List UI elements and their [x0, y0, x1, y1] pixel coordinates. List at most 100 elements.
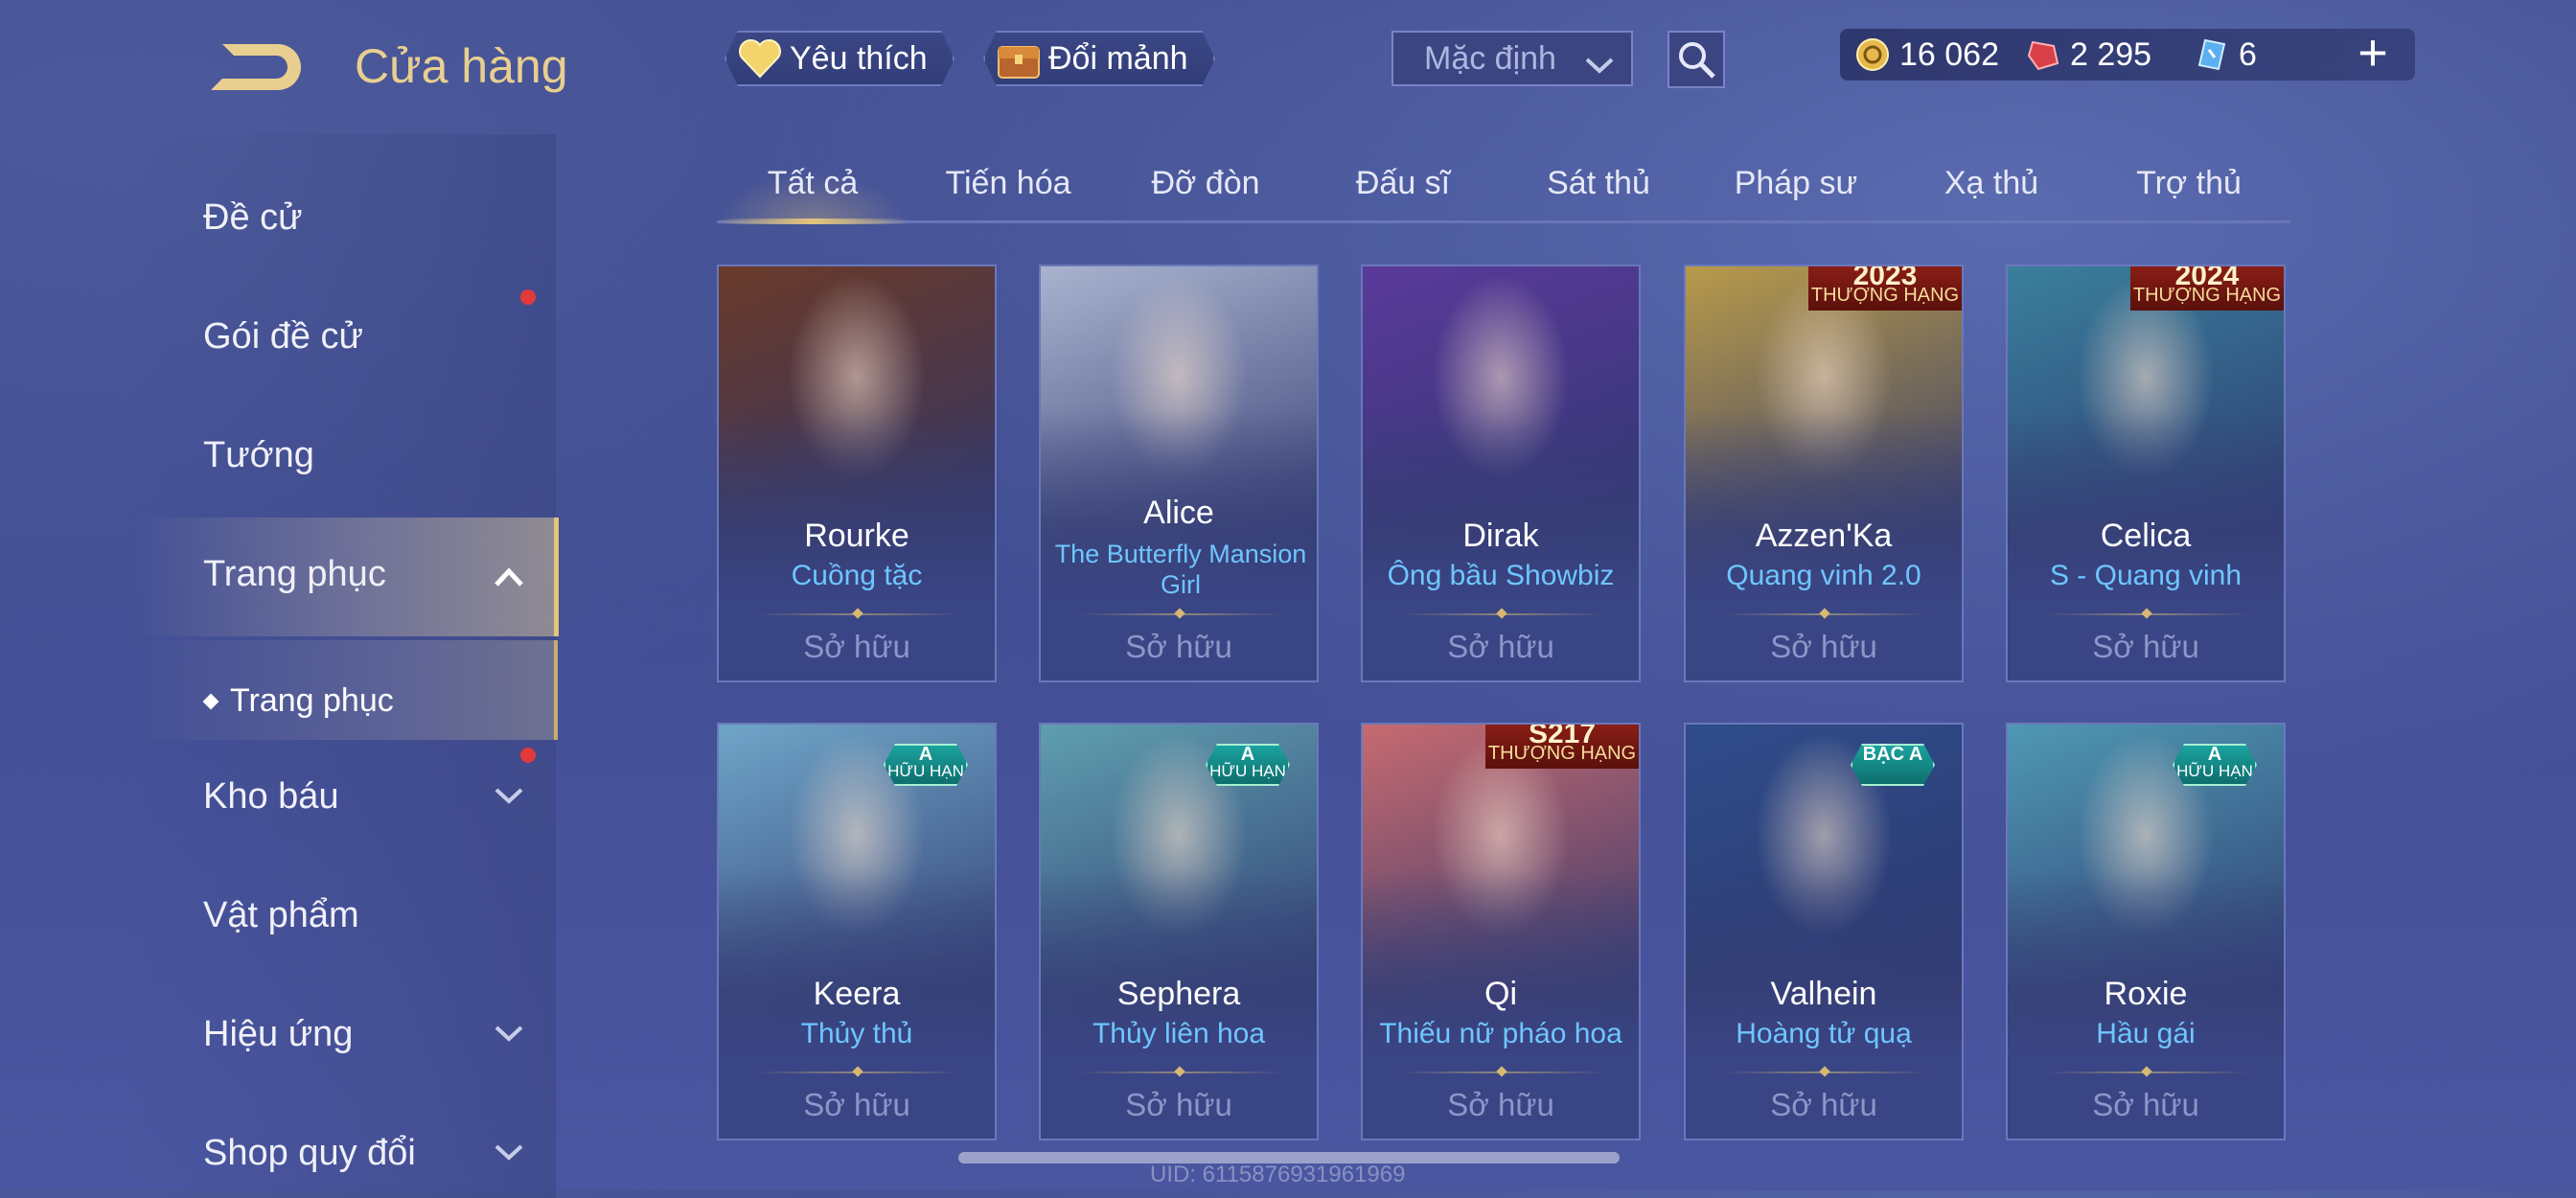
hero-name: Valhein — [1770, 976, 1877, 1012]
rank-badge-label: THƯỢNG HẠNG — [2132, 285, 2282, 306]
hero-name: Keera — [813, 976, 901, 1012]
rank-badge-season: 2023 — [1852, 265, 1918, 291]
skin-card[interactable]: BẬC A Valhein Hoàng tử quạ Sở hữu — [1684, 723, 1964, 1140]
sidebar-item-skins[interactable]: Trang phục — [203, 554, 386, 595]
blue-ticket-icon — [2193, 35, 2231, 74]
skin-card[interactable]: A HỮU HẠN Roxie Hầu gái Sở hữu — [2006, 723, 2286, 1140]
sidebar-item-heroes[interactable]: Tướng — [203, 435, 314, 476]
tier-badge-label: HỮU HẠN — [1209, 762, 1286, 780]
hero-name: Celica — [2100, 518, 2192, 554]
heart-icon — [736, 35, 784, 82]
exchange-label: Đổi mảnh — [1048, 39, 1188, 77]
owned-status: Sở hữu — [2092, 1087, 2199, 1122]
skin-name: Quang vinh 2.0 — [1726, 560, 1921, 591]
exchange-fragments-button[interactable]: Đổi mảnh — [983, 31, 1215, 86]
skin-name: Cuồng tặc — [791, 560, 923, 591]
skin-card[interactable]: 2023 THƯỢNG HẠNG Azzen'Ka Quang vinh 2.0 Sở … — [1684, 265, 1964, 682]
tab-evolution[interactable]: Tiến hóa — [912, 165, 1104, 217]
treasure-chest-icon — [995, 35, 1043, 82]
tab-fighter[interactable]: Đấu sĩ — [1307, 165, 1499, 217]
rank-badge-label: THƯỢNG HẠNG — [1810, 285, 1960, 306]
sidebar-item-recommended[interactable]: Đề cử — [203, 197, 303, 239]
skin-card[interactable]: A HỮU HẠN Sephera Thủy liên hoa Sở hữu — [1039, 723, 1319, 1140]
hero-name: Roxie — [2104, 976, 2188, 1012]
tier-badge: A HỮU HẠN — [2173, 744, 2257, 786]
skin-card[interactable]: Dirak Ông bầu Showbiz Sở hữu — [1361, 265, 1641, 682]
sidebar-item-exchange-shop[interactable]: Shop quy đổi — [203, 1133, 416, 1174]
hero-name: Sephera — [1116, 976, 1241, 1012]
skin-name: Thiếu nữ pháo hoa — [1379, 1018, 1622, 1049]
tab-tank[interactable]: Đỡ đòn — [1110, 165, 1301, 217]
sidebar-subitem-label: Trang phục — [230, 682, 394, 719]
owned-status: Sở hữu — [2092, 629, 2199, 664]
notification-dot — [520, 748, 536, 763]
owned-status: Sở hữu — [1447, 629, 1554, 664]
sidebar-item-treasure[interactable]: Kho báu — [203, 776, 339, 818]
sidebar-subitem-skins[interactable]: Trang phục — [202, 682, 394, 720]
tabs-divider — [717, 220, 2290, 223]
tier-badge: BẬC A — [1851, 744, 1935, 786]
skin-name: Hoàng tử quạ — [1736, 1018, 1912, 1049]
chevron-down-icon — [494, 788, 523, 804]
tab-all[interactable]: Tất cả — [717, 165, 908, 217]
rank-badge-season: S217 — [1528, 723, 1597, 749]
tab-marksman[interactable]: Xạ thủ — [1896, 165, 2087, 217]
gold-amount: 16 062 — [1899, 35, 1999, 73]
skin-card[interactable]: 2024 THƯỢNG HẠNG Celica S - Quang vinh Sở hữ… — [2006, 265, 2286, 682]
owned-status: Sở hữu — [803, 629, 910, 664]
skin-name: S - Quang vinh — [2049, 560, 2242, 591]
tab-support[interactable]: Trợ thủ — [2093, 165, 2285, 217]
hero-name: Azzen'Ka — [1755, 518, 1893, 554]
sidebar-item-items[interactable]: Vật phẩm — [203, 895, 359, 936]
skin-name: Ông bầu Showbiz — [1387, 560, 1615, 591]
hero-name: Rourke — [804, 518, 909, 554]
sort-dropdown[interactable]: Mặc định — [1392, 31, 1633, 86]
rank-badge: 2023 THƯỢNG HẠNG — [1808, 266, 1962, 311]
tab-assassin[interactable]: Sát thủ — [1503, 165, 1694, 217]
tier-badge-grade: BẬC A — [1862, 744, 1923, 765]
skin-name: Thủy liên hoa — [1092, 1018, 1266, 1049]
sidebar-item-recommended-packs[interactable]: Gói đề cử — [203, 316, 363, 357]
gold-balance: 16 062 — [1853, 33, 1999, 77]
notification-dot — [520, 289, 536, 305]
diamond-bullet-icon — [202, 693, 219, 709]
voucher-balance: 2 295 — [2024, 33, 2151, 77]
token-balance: 6 — [2193, 33, 2257, 77]
add-currency-button[interactable]: + — [2352, 27, 2394, 81]
sidebar-item-effects[interactable]: Hiệu ứng — [203, 1014, 353, 1055]
active-tab-underline — [717, 219, 908, 224]
hero-name: Dirak — [1462, 518, 1539, 554]
rank-badge-season: 2024 — [2174, 265, 2240, 291]
skin-card[interactable]: A HỮU HẠN Keera Thủy thủ Sở hữu — [717, 723, 997, 1140]
favorites-button[interactable]: Yêu thích — [724, 31, 954, 86]
skin-card[interactable]: Rourke Cuồng tặc Sở hữu — [717, 265, 997, 682]
skin-card[interactable]: Alice The Butterfly Mansion Girl Sở hữu — [1039, 265, 1319, 682]
tier-badge-grade: A — [1240, 744, 1255, 765]
sort-value: Mặc định — [1424, 39, 1556, 77]
skin-name: Thủy thủ — [800, 1018, 913, 1049]
owned-status: Sở hữu — [1447, 1087, 1554, 1122]
hero-name: Alice — [1143, 495, 1214, 531]
plus-icon: + — [2358, 24, 2388, 81]
chevron-down-icon — [494, 1025, 523, 1042]
owned-status: Sở hữu — [1770, 629, 1877, 664]
back-arrow-icon — [211, 44, 301, 90]
search-button[interactable] — [1668, 31, 1725, 88]
tier-badge: A HỮU HẠN — [884, 744, 968, 786]
owned-status: Sở hữu — [803, 1087, 910, 1122]
tab-mage[interactable]: Pháp sư — [1700, 165, 1892, 217]
red-gem-icon — [2024, 35, 2062, 74]
rank-badge-label: THƯỢNG HẠNG — [1487, 743, 1637, 764]
skin-card[interactable]: S217 THƯỢNG HẠNG Qi Thiếu nữ pháo hoa Sở hữu — [1361, 723, 1641, 1140]
tier-badge-grade: A — [2207, 744, 2222, 765]
hero-name: Qi — [1484, 976, 1517, 1012]
owned-status: Sở hữu — [1125, 1087, 1232, 1122]
chevron-down-icon — [1583, 48, 1616, 85]
chevron-up-icon — [494, 567, 523, 587]
search-icon — [1679, 42, 1715, 79]
tier-badge-label: HỮU HẠN — [887, 762, 964, 780]
user-id: UID: 6115876931961969 — [1150, 1162, 1406, 1187]
back-button[interactable] — [201, 36, 309, 96]
voucher-amount: 2 295 — [2070, 35, 2152, 73]
owned-status: Sở hữu — [1770, 1087, 1877, 1122]
